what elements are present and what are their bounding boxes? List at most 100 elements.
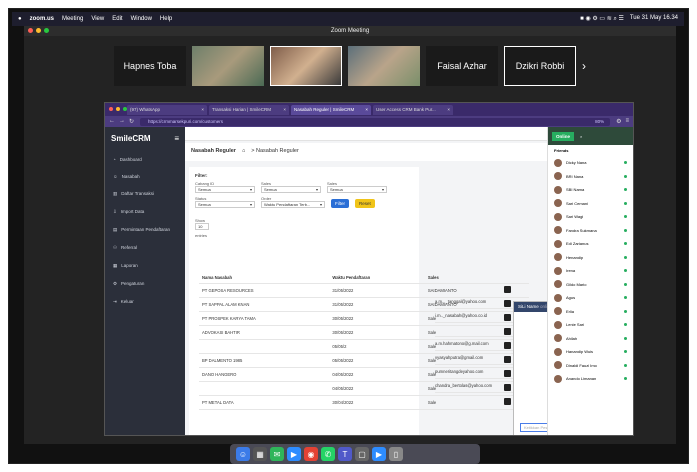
tab-whatsapp[interactable]: (97) WhatsApp × — [127, 104, 207, 115]
sidebar-item-laporan[interactable]: ▦ Laporan — [105, 257, 185, 275]
participant-tile[interactable]: Faisal Azhar — [426, 46, 498, 86]
browser-close-button[interactable] — [109, 107, 113, 111]
entries-label: entries — [195, 233, 208, 238]
launchpad-icon[interactable]: ▦ — [253, 447, 267, 461]
sidebar-item-import[interactable]: ⇩ Import Data — [105, 203, 185, 221]
table-cell: PT METAL DATA — [199, 395, 330, 410]
online-status-icon — [624, 215, 627, 219]
friend-item[interactable]: BRI Nana — [548, 170, 633, 184]
participant-tile[interactable]: Dzikri Robbi — [504, 46, 576, 86]
friend-name: SBI Nama — [566, 187, 585, 193]
tab-nasabah[interactable]: Nasabah Reguler | SmileCRM × — [291, 104, 371, 115]
friends-label: Friends — [554, 148, 569, 153]
friend-item[interactable]: Lenie Sari — [548, 318, 633, 332]
menu-help[interactable]: Help — [160, 16, 172, 22]
sales-select[interactable]: Semua ▾ — [261, 186, 321, 193]
minimize-button[interactable] — [36, 28, 41, 33]
crm-brand: SmileCRM — [111, 134, 151, 143]
zoom-2-icon[interactable]: ▶ — [372, 447, 386, 461]
tab-user-access[interactable]: User Access CRM Bank Pur... × — [373, 104, 453, 115]
extension-icon[interactable]: ⚙ — [616, 118, 621, 125]
participant-video[interactable] — [192, 46, 264, 86]
menu-icon[interactable]: ≡ — [625, 118, 629, 125]
chrome-icon[interactable]: ◉ — [304, 447, 318, 461]
table-row[interactable]: PT METAL DATA 30/04/2022 Sale — [199, 395, 529, 410]
friend-item[interactable]: Fandra Sukmana — [548, 224, 633, 238]
maximize-button[interactable] — [44, 28, 49, 33]
address-bar[interactable]: https://crmmarsekpuri.com/customers 80% — [140, 117, 611, 126]
back-icon[interactable]: ← — [109, 118, 115, 125]
friend-item[interactable]: Ahilah — [548, 332, 633, 346]
menu-view[interactable]: View — [91, 16, 104, 22]
reload-icon[interactable]: ↻ — [129, 118, 134, 125]
friend-item[interactable]: Agus — [548, 291, 633, 305]
friend-item[interactable]: Anando Limanan — [548, 372, 633, 386]
trash-icon[interactable]: ▯ — [389, 447, 403, 461]
teams-icon[interactable]: T — [338, 447, 352, 461]
chat-title: SiLi Name — [518, 304, 539, 309]
zoom-window-title: Zoom Meeting — [330, 28, 370, 34]
zoom-icon[interactable]: ▶ — [287, 447, 301, 461]
participant-tile[interactable]: Hapnes Toba — [114, 46, 186, 86]
menu-window[interactable]: Window — [131, 16, 152, 22]
browser-maximize-button[interactable] — [123, 107, 127, 111]
friend-item[interactable]: Henandip — [548, 251, 633, 265]
sidebar-item-permintaan[interactable]: ▤ Permintaan Pendaftaran — [105, 221, 185, 239]
chart-icon: ▥ — [113, 191, 118, 196]
avatar — [554, 172, 562, 181]
sidebar-item-keluar[interactable]: ⇥ Keluar — [105, 293, 185, 311]
menubar-app-name[interactable]: zoom.us — [30, 16, 54, 22]
menu-meeting[interactable]: Meeting — [62, 16, 83, 22]
menubar-clock[interactable]: Tue 31 May 16.34 — [630, 15, 678, 23]
friend-item[interactable]: Gildo Mario — [548, 278, 633, 292]
online-button[interactable]: Online — [552, 131, 575, 141]
filter-button[interactable]: Filter — [331, 199, 349, 208]
table-cell: 04/05/2022 — [329, 367, 425, 382]
close-button[interactable] — [28, 28, 33, 33]
tab-transaksi[interactable]: Transaksi Harian | SmileCRM × — [209, 104, 289, 115]
sidebar-item-pengaturan[interactable]: ⚙ Pengaturan — [105, 275, 185, 293]
finder-icon[interactable]: ☺ — [236, 447, 250, 461]
avatar — [554, 199, 562, 208]
order-select[interactable]: Waktu Pendaftaran Terb... ▾ — [261, 201, 325, 208]
friend-item[interactable]: SBI Nama — [548, 183, 633, 197]
sidebar-item-nasabah[interactable]: ☺ Nasabah — [105, 168, 185, 185]
friend-item[interactable]: Dinaldi Fauzi Imo — [548, 359, 633, 373]
app-icon[interactable]: ▢ — [355, 447, 369, 461]
close-icon[interactable]: × — [580, 134, 582, 139]
status-icons[interactable]: ■ ◉ ⚙ ▭ ≋ ⌕ ☰ — [580, 15, 624, 23]
browser-tabbar: (97) WhatsApp × Transaksi Harian | SmileC… — [105, 103, 633, 116]
participant-video-active[interactable] — [270, 46, 342, 86]
friend-item[interactable]: Dicky Nana — [548, 156, 633, 170]
online-status-icon — [624, 174, 627, 178]
friend-item[interactable]: Irena — [548, 264, 633, 278]
hamburger-icon[interactable]: ≡ — [174, 134, 179, 143]
friend-item[interactable]: Erlia — [548, 305, 633, 319]
friend-item[interactable]: Hanandip Wuis — [548, 345, 633, 359]
col-nama[interactable]: Nama Nasabah — [199, 273, 330, 284]
cabang-select[interactable]: Semua ▾ — [195, 186, 255, 193]
sidebar-item-referral[interactable]: ⚇ Referral — [105, 239, 185, 257]
sales-select-2[interactable]: Semua ▾ — [327, 186, 387, 193]
sidebar-item-dashboard[interactable]: ◔ Dashboard — [105, 151, 185, 168]
breadcrumb[interactable]: > Nasabah Reguler — [251, 148, 299, 156]
forward-icon[interactable]: → — [119, 118, 125, 125]
menu-edit[interactable]: Edit — [112, 16, 122, 22]
col-waktu[interactable]: Waktu Pendaftaran — [329, 273, 425, 284]
status-select[interactable]: Semua ▾ — [195, 201, 255, 208]
reset-button[interactable]: Reset — [355, 199, 375, 208]
chevron-down-icon: ▾ — [249, 187, 252, 192]
friend-item[interactable]: Sari Wagi — [548, 210, 633, 224]
show-select[interactable]: 10 — [195, 223, 209, 230]
apple-icon[interactable]: ● — [18, 16, 22, 22]
friend-item[interactable]: Sari Cemani — [548, 197, 633, 211]
browser-minimize-button[interactable] — [116, 107, 120, 111]
participant-video[interactable] — [348, 46, 420, 86]
whatsapp-icon[interactable]: ✆ — [321, 447, 335, 461]
home-icon[interactable]: ⌂ — [242, 148, 245, 156]
messages-icon[interactable]: ✉ — [270, 447, 284, 461]
sidebar-item-transaksi[interactable]: ▥ Daftar Transaksi — [105, 185, 185, 203]
next-page-icon[interactable]: › — [582, 59, 586, 73]
whatsapp-icon[interactable] — [503, 398, 511, 405]
friend-item[interactable]: Edi Zarianus — [548, 237, 633, 251]
